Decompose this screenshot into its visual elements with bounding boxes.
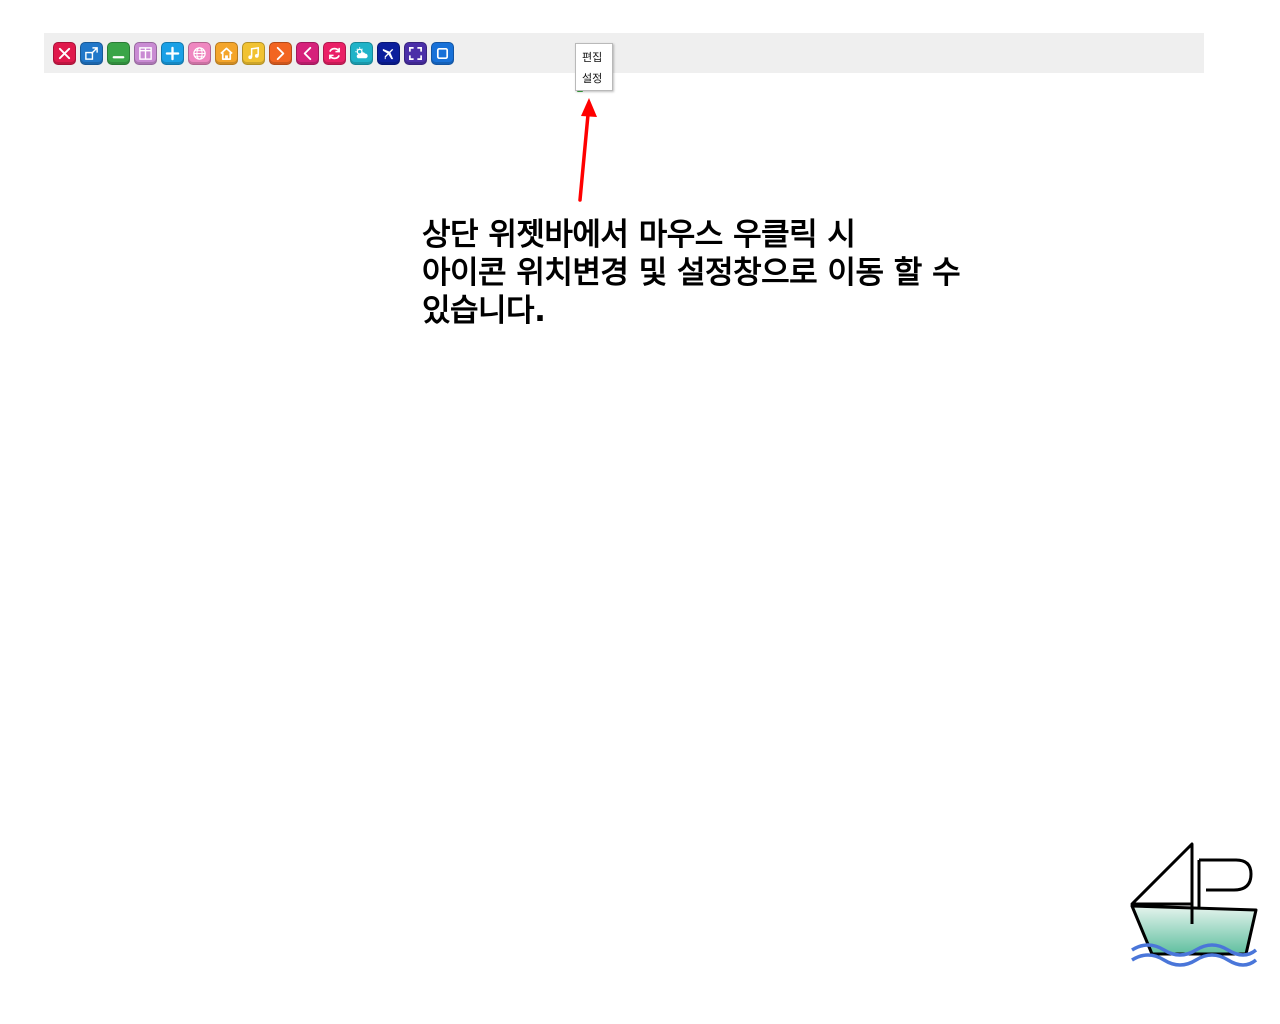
home-icon[interactable] [215, 42, 238, 65]
chevron-left-icon[interactable] [296, 42, 319, 65]
sailboat-logo-icon [1130, 842, 1258, 967]
pin-icon[interactable] [377, 42, 400, 65]
widget-icon-row [53, 42, 454, 65]
plus-icon[interactable] [161, 42, 184, 65]
red-annotation-arrow [578, 98, 597, 202]
context-menu-item-settings[interactable]: 설정 [576, 68, 612, 89]
music-icon[interactable] [242, 42, 265, 65]
restore-window-icon[interactable] [80, 42, 103, 65]
caption-line-1: 상단 위젯바에서 마우스 우클릭 시 [422, 217, 856, 253]
screen: 편집 설정 상단 위젯바에서 마우스 우클릭 시 아이콘 위치변경 및 설정창으… [0, 0, 1280, 1024]
close-icon[interactable] [53, 42, 76, 65]
minimize-icon[interactable] [107, 42, 130, 65]
fullscreen-icon[interactable] [404, 42, 427, 65]
context-menu: 편집 설정 [575, 43, 613, 91]
weather-icon[interactable] [350, 42, 373, 65]
caption-line-3: 있습니다. [422, 293, 546, 329]
context-menu-item-edit[interactable]: 편집 [576, 47, 612, 68]
window-icon[interactable] [431, 42, 454, 65]
globe-icon[interactable] [188, 42, 211, 65]
instruction-caption: 상단 위젯바에서 마우스 우클릭 시 아이콘 위치변경 및 설정창으로 이동 할… [422, 216, 1122, 330]
chevron-right-icon[interactable] [269, 42, 292, 65]
refresh-icon[interactable] [323, 42, 346, 65]
caption-line-2: 아이콘 위치변경 및 설정창으로 이동 할 수 [422, 255, 961, 291]
split-view-icon[interactable] [134, 42, 157, 65]
